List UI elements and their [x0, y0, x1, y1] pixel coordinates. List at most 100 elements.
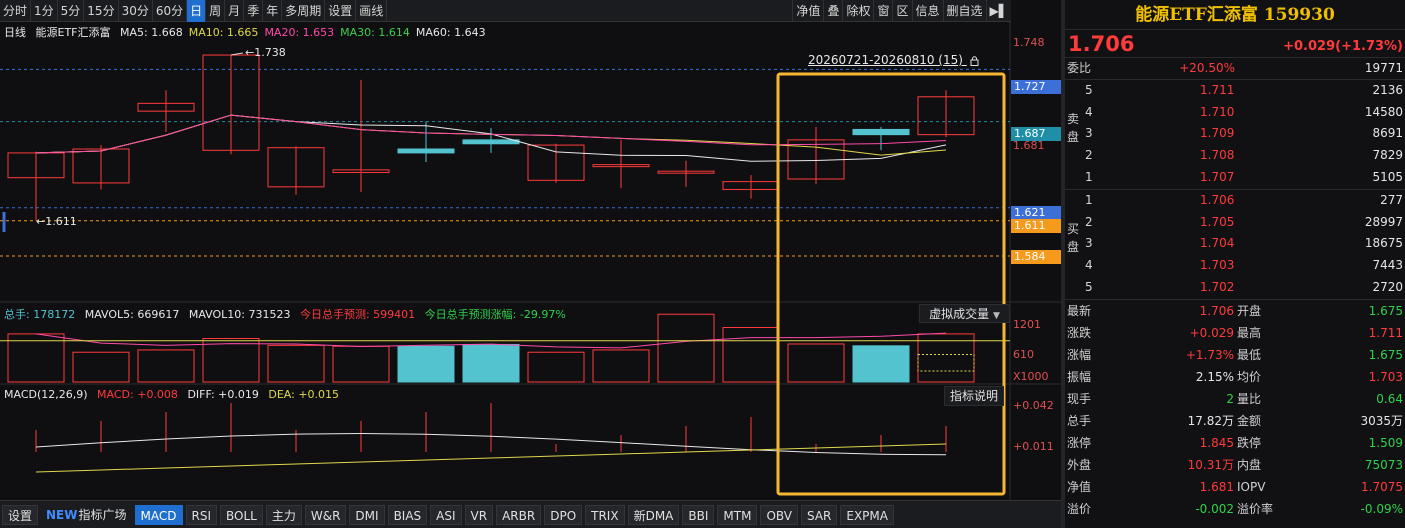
tab-indicator[interactable]: EXPMA [840, 504, 894, 525]
tab-indicator[interactable]: BBI [682, 504, 715, 525]
weibi-diff: 19771 [1364, 61, 1403, 75]
period-tabs: 分时 1分 5分 15分 30分 60分日周月季年多周期 设置 画线 [0, 0, 388, 22]
stat-label: 跌停 [1237, 435, 1262, 450]
stat-value: +0.029 [1189, 325, 1234, 340]
kline-chart-area[interactable]: ←1.738 ←1.611 日线 能源ETF汇添富 MA5: 1.668 MA10:… [0, 22, 1061, 500]
volume-forecast-change: 今日总手预测涨幅: -29.97% [424, 308, 566, 321]
asks-level: 1 [1085, 169, 1093, 184]
period-tab[interactable]: 月 [225, 0, 245, 22]
bids-level: 1 [1085, 192, 1093, 207]
ma-info-line: 日线 能源ETF汇添富 MA5: 1.668 MA10: 1.665 MA20: 1… [4, 24, 498, 40]
volume-axis-unit: X1000 [1013, 370, 1049, 383]
tab-indicator[interactable]: 新DMA [627, 504, 680, 525]
lock-icon[interactable] [970, 56, 979, 66]
tab-indicator[interactable]: W&R [304, 504, 347, 525]
period-tab[interactable]: 30分 [119, 0, 153, 22]
bids-row[interactable]: 2 1.705 28997 [1065, 212, 1405, 234]
quote-panel: 能源ETF汇添富 159930 1.706 +0.029(+1.73%) 委比 … [1065, 0, 1405, 528]
volume-total: 总手: 178172 [4, 308, 76, 321]
last-price: 1.706 [1068, 32, 1135, 56]
bids-level: 5 [1085, 279, 1093, 294]
tab-settings[interactable]: 设置 [2, 504, 39, 525]
tab-indicator[interactable]: VR [464, 504, 494, 525]
indicator-explain-button[interactable]: 指标说明 [944, 386, 1004, 406]
tab-indicator[interactable]: NEW指标广场 [41, 505, 132, 525]
volume-bar [592, 349, 650, 383]
volume-forecast-box [917, 354, 975, 372]
price-axis-top: 1.748 [1013, 36, 1045, 49]
asks-row[interactable]: 4 1.710 14580 [1065, 102, 1405, 124]
macd-info-line: MACD(12,26,9) MACD: +0.008 DIFF: +0.019 … [4, 388, 345, 401]
tab-indicator[interactable]: 主力 [265, 504, 302, 525]
dea-value: DEA: +0.015 [268, 388, 340, 401]
stat-label: 现手 [1067, 391, 1092, 406]
period-tab[interactable]: 周 [206, 0, 226, 22]
price-axis-line2-sub: 1.681 [1013, 139, 1045, 152]
stat-label: 均价 [1237, 369, 1262, 384]
toolbar-right-item[interactable]: 区 [892, 0, 911, 22]
period-tab[interactable]: 1分 [31, 0, 58, 22]
tab-indicator[interactable]: TRIX [585, 504, 625, 525]
toolbar-right-item[interactable]: 信息 [911, 0, 943, 22]
tab-indicator[interactable]: BIAS [387, 504, 428, 525]
stat-value: 2.15% [1195, 369, 1234, 384]
stat-value: 1.7075 [1361, 479, 1403, 494]
period-tab[interactable]: 季 [244, 0, 264, 22]
asks-row[interactable]: 5 1.711 2136 [1065, 80, 1405, 102]
tab-indicator[interactable]: BOLL [220, 504, 263, 525]
toolbar-right-item[interactable]: 叠 [823, 0, 842, 22]
tab-indicator[interactable]: MACD [134, 504, 183, 525]
toolbar-right-item[interactable]: 窗 [873, 0, 892, 22]
tab-indicator[interactable]: DMI [349, 504, 385, 525]
virtual-volume-button[interactable]: 虚拟成交量 ▼ [919, 304, 1010, 323]
asks-row[interactable]: 2 1.708 7829 [1065, 145, 1405, 167]
bids-row[interactable]: 4 1.703 7443 [1065, 255, 1405, 277]
stat-label: 量比 [1237, 391, 1262, 406]
volume-bar [722, 327, 780, 383]
period-tab[interactable]: 画线 [356, 0, 388, 22]
macd-title: MACD(12,26,9) [4, 388, 88, 401]
period-tab[interactable]: 年 [263, 0, 283, 22]
toolbar-right-item[interactable]: 删自选 [942, 0, 986, 22]
stat-label: 总手 [1067, 413, 1092, 428]
period-tab[interactable]: 15分 [84, 0, 119, 22]
asks-level: 5 [1085, 82, 1093, 97]
stat-value: 3035万 [1360, 413, 1403, 428]
tab-indicator[interactable]: SAR [800, 504, 838, 525]
period-tab[interactable]: 60分 [153, 0, 188, 22]
bids-row[interactable]: 5 1.702 2720 [1065, 277, 1405, 299]
stat-label: 溢价率 [1237, 501, 1274, 516]
stat-row: 净值 1.681 IOPV 1.7075 [1065, 476, 1405, 498]
bids-row[interactable]: 3 1.704 18675 [1065, 233, 1405, 255]
quote-title: 能源ETF汇添富 159930 [1065, 0, 1405, 30]
bids-price: 1.703 [1200, 258, 1235, 273]
tab-indicator[interactable]: MTM [717, 504, 758, 525]
period-tab[interactable]: 分时 [0, 0, 32, 22]
mavol10: MAVOL10: 731523 [188, 308, 291, 321]
price-axis-line3: 1.621 [1011, 206, 1061, 220]
stat-row: 总手 17.82万 金额 3035万 [1065, 410, 1405, 432]
asks-row[interactable]: 1 1.707 5105 [1065, 167, 1405, 189]
asks-price: 1.707 [1200, 169, 1235, 184]
bids-row[interactable]: 1 1.706 277 [1065, 190, 1405, 212]
price-axis-line4: 1.584 [1011, 250, 1061, 264]
toolbar-right-item[interactable]: 除权 [842, 0, 873, 22]
stat-value: 1.675 [1368, 347, 1403, 362]
period-tab[interactable]: 5分 [58, 0, 85, 22]
tab-indicator[interactable]: OBV [760, 504, 798, 525]
asks-row[interactable]: 3 1.709 8691 [1065, 123, 1405, 145]
tab-indicator[interactable]: ARBR [496, 504, 542, 525]
volume-bar [527, 351, 585, 383]
period-tab[interactable]: 日 [187, 0, 207, 22]
toolbar-right-item[interactable]: 净值 [792, 0, 823, 22]
period-tab[interactable]: 多周期 [282, 0, 326, 22]
macd-axis-mid: +0.011 [1013, 440, 1054, 453]
tab-indicator[interactable]: ASI [430, 504, 462, 525]
tab-indicator[interactable]: RSI [185, 504, 217, 525]
chart-canvas[interactable]: ←1.738 ←1.611 [0, 22, 1061, 500]
toolbar-right-item[interactable]: ▶▌ [985, 0, 1011, 22]
tab-indicator[interactable]: DPO [544, 504, 583, 525]
period-tab[interactable]: 设置 [325, 0, 357, 22]
stat-value: 10.31万 [1187, 457, 1234, 472]
selection-range-label[interactable]: 20260721-20260810 (15) [808, 53, 979, 67]
